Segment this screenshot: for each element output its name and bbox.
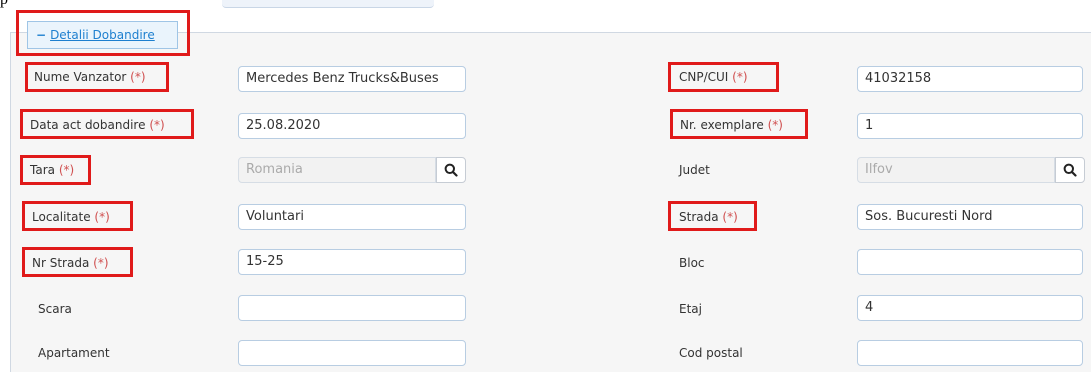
nr-strada-input[interactable]: 15-25	[238, 249, 466, 275]
label-cod-postal: Cod postal	[679, 346, 743, 360]
partial-top-tab	[222, 0, 434, 8]
localitate-input[interactable]: Voluntari	[238, 204, 466, 230]
scara-input[interactable]	[238, 295, 466, 321]
label-bloc: Bloc	[679, 256, 705, 270]
label-nr-strada: Nr Strada (*)	[32, 256, 109, 270]
bloc-input[interactable]	[857, 249, 1083, 275]
label-scara: Scara	[38, 302, 72, 316]
etaj-input[interactable]: 4	[857, 295, 1083, 321]
data-act-input[interactable]: 25.08.2020	[238, 113, 466, 139]
nume-vanzator-input[interactable]: Mercedes Benz Trucks&Buses	[238, 66, 466, 92]
label-etaj: Etaj	[679, 302, 702, 316]
apartament-input[interactable]	[238, 340, 466, 366]
judet-input: Ilfov	[857, 157, 1055, 183]
label-tara: Tara (*)	[30, 163, 75, 177]
partial-heading-text: p	[0, 0, 8, 9]
label-apartament: Apartament	[38, 346, 110, 360]
search-icon	[444, 163, 458, 177]
nr-exemplare-input[interactable]: 1	[857, 113, 1083, 139]
tara-search-button[interactable]	[436, 157, 466, 183]
label-localitate: Localitate (*)	[32, 210, 110, 224]
judet-search-button[interactable]	[1055, 157, 1085, 183]
cnp-cui-input[interactable]: 41032158	[857, 66, 1083, 92]
collapse-icon[interactable]: −	[36, 28, 46, 42]
search-icon	[1063, 163, 1077, 177]
strada-input[interactable]: Sos. Bucuresti Nord	[857, 204, 1083, 230]
label-strada: Strada (*)	[679, 210, 738, 224]
label-cnp-cui: CNP/CUI (*)	[679, 70, 748, 84]
section-title[interactable]: Detalii Dobandire	[50, 28, 155, 42]
label-nume-vanzator: Nume Vanzator (*)	[34, 70, 146, 84]
label-judet: Judet	[679, 163, 710, 177]
tara-input: Romania	[238, 157, 436, 183]
label-data-act-dobandire: Data act dobandire (*)	[30, 118, 165, 132]
label-nr-exemplare: Nr. exemplare (*)	[680, 118, 783, 132]
section-toggle-detalii-dobandire[interactable]: − Detalii Dobandire	[27, 21, 178, 49]
cod-postal-input[interactable]	[857, 340, 1083, 366]
